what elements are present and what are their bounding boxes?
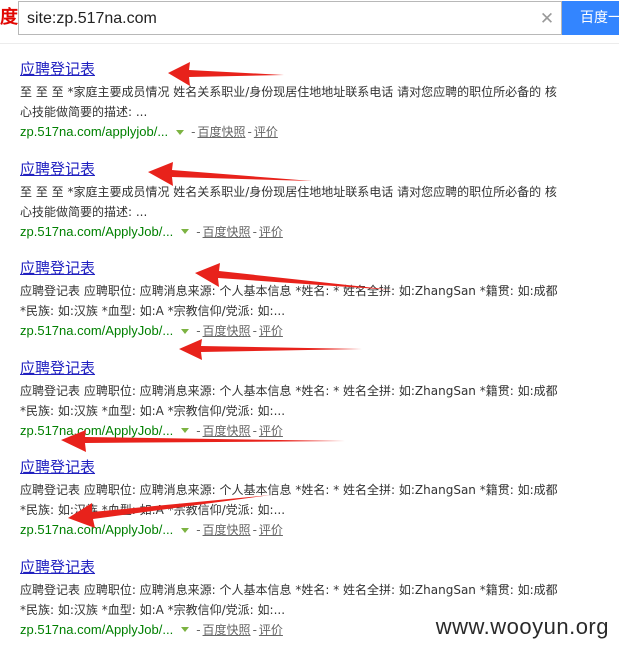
result-url[interactable]: zp.517na.com/applyjob/...: [20, 124, 168, 139]
search-box: ✕: [18, 1, 562, 35]
result-item: 应聘登记表 应聘登记表 应聘职位: 应聘消息来源: 个人基本信息 *姓名: * …: [20, 456, 560, 556]
result-url[interactable]: zp.517na.com/ApplyJob/...: [20, 224, 173, 239]
dropdown-caret-icon[interactable]: [181, 627, 190, 632]
result-abstract: 应聘登记表 应聘职位: 应聘消息来源: 个人基本信息 *姓名: * 姓名全拼: …: [20, 483, 558, 517]
meta-separator: -: [196, 622, 201, 637]
result-title-link[interactable]: 应聘登记表: [20, 158, 560, 182]
result-meta: zp.517na.com/ApplyJob/... - 百度快照 - 评价: [20, 421, 560, 441]
clear-icon[interactable]: ✕: [537, 9, 557, 29]
result-abstract: 应聘登记表 应聘职位: 应聘消息来源: 个人基本信息 *姓名: * 姓名全拼: …: [20, 383, 558, 418]
dropdown-caret-icon[interactable]: [176, 129, 185, 135]
result-abstract: 至 至 至 *家庭主要成员情况 姓名关系职业/身份现居住地地址联系电话 请对您应…: [20, 85, 557, 119]
meta-separator: -: [252, 622, 257, 637]
cache-link[interactable]: 百度快照: [203, 324, 251, 338]
cache-link[interactable]: 百度快照: [203, 623, 251, 637]
dropdown-caret-icon[interactable]: [181, 328, 190, 334]
review-link[interactable]: 评价: [259, 324, 283, 338]
watermark: www.wooyun.org: [435, 614, 609, 639]
meta-separator: -: [252, 423, 257, 438]
result-url[interactable]: zp.517na.com/ApplyJob/...: [20, 423, 173, 438]
result-meta: zp.517na.com/ApplyJob/... - 百度快照 - 评价: [20, 321, 560, 341]
search-header: 度 ✕ 百度一下: [0, 0, 619, 44]
meta-separator: -: [196, 523, 201, 537]
result-meta: zp.517na.com/ApplyJob/... - 百度快照 - 评价: [20, 520, 560, 540]
dropdown-caret-icon[interactable]: [181, 428, 190, 433]
result-title-link[interactable]: 应聘登记表: [20, 257, 560, 281]
meta-separator: -: [252, 523, 257, 537]
dropdown-caret-icon[interactable]: [181, 527, 190, 533]
cache-link[interactable]: 百度快照: [203, 523, 251, 537]
result-item: 应聘登记表 应聘登记表 应聘职位: 应聘消息来源: 个人基本信息 *姓名: * …: [20, 257, 560, 357]
meta-separator: -: [247, 125, 252, 139]
result-title-link[interactable]: 应聘登记表: [20, 357, 560, 381]
result-item: 应聘登记表 应聘登记表 应聘职位: 应聘消息来源: 个人基本信息 *姓名: * …: [20, 357, 560, 457]
review-link[interactable]: 评价: [259, 623, 283, 637]
meta-separator: -: [196, 324, 201, 338]
result-meta: zp.517na.com/applyjob/... - 百度快照 - 评价: [20, 122, 560, 142]
result-title-link[interactable]: 应聘登记表: [20, 456, 560, 480]
dropdown-caret-icon[interactable]: [181, 229, 190, 234]
result-url[interactable]: zp.517na.com/ApplyJob/...: [20, 622, 173, 637]
meta-separator: -: [196, 423, 201, 438]
cache-link[interactable]: 百度快照: [203, 225, 251, 239]
cache-link[interactable]: 百度快照: [203, 424, 251, 438]
result-url[interactable]: zp.517na.com/ApplyJob/...: [20, 323, 173, 338]
result-title-link[interactable]: 应聘登记表: [20, 556, 560, 580]
baidu-logo-fragment[interactable]: 度: [0, 6, 18, 30]
result-item: 应聘登记表 至 至 至 *家庭主要成员情况 姓名关系职业/身份现居住地地址联系电…: [20, 58, 560, 158]
result-meta: zp.517na.com/ApplyJob/... - 百度快照 - 评价: [20, 222, 560, 242]
result-abstract: 应聘登记表 应聘职位: 应聘消息来源: 个人基本信息 *姓名: * 姓名全拼: …: [20, 284, 558, 318]
result-url[interactable]: zp.517na.com/ApplyJob/...: [20, 522, 173, 537]
results-list: 应聘登记表 至 至 至 *家庭主要成员情况 姓名关系职业/身份现居住地地址联系电…: [20, 58, 560, 654]
cache-link[interactable]: 百度快照: [198, 125, 246, 139]
search-button[interactable]: 百度一下: [562, 1, 619, 35]
meta-separator: -: [191, 125, 196, 139]
result-item: 应聘登记表 至 至 至 *家庭主要成员情况 姓名关系职业/身份现居住地地址联系电…: [20, 158, 560, 258]
result-abstract: 至 至 至 *家庭主要成员情况 姓名关系职业/身份现居住地地址联系电话 请对您应…: [20, 184, 557, 219]
search-input[interactable]: [27, 8, 527, 30]
meta-separator: -: [196, 224, 201, 239]
review-link[interactable]: 评价: [259, 424, 283, 438]
meta-separator: -: [252, 224, 257, 239]
meta-separator: -: [252, 324, 257, 338]
result-title-link[interactable]: 应聘登记表: [20, 58, 560, 82]
review-link[interactable]: 评价: [259, 225, 283, 239]
review-link[interactable]: 评价: [259, 523, 283, 537]
review-link[interactable]: 评价: [254, 125, 278, 139]
